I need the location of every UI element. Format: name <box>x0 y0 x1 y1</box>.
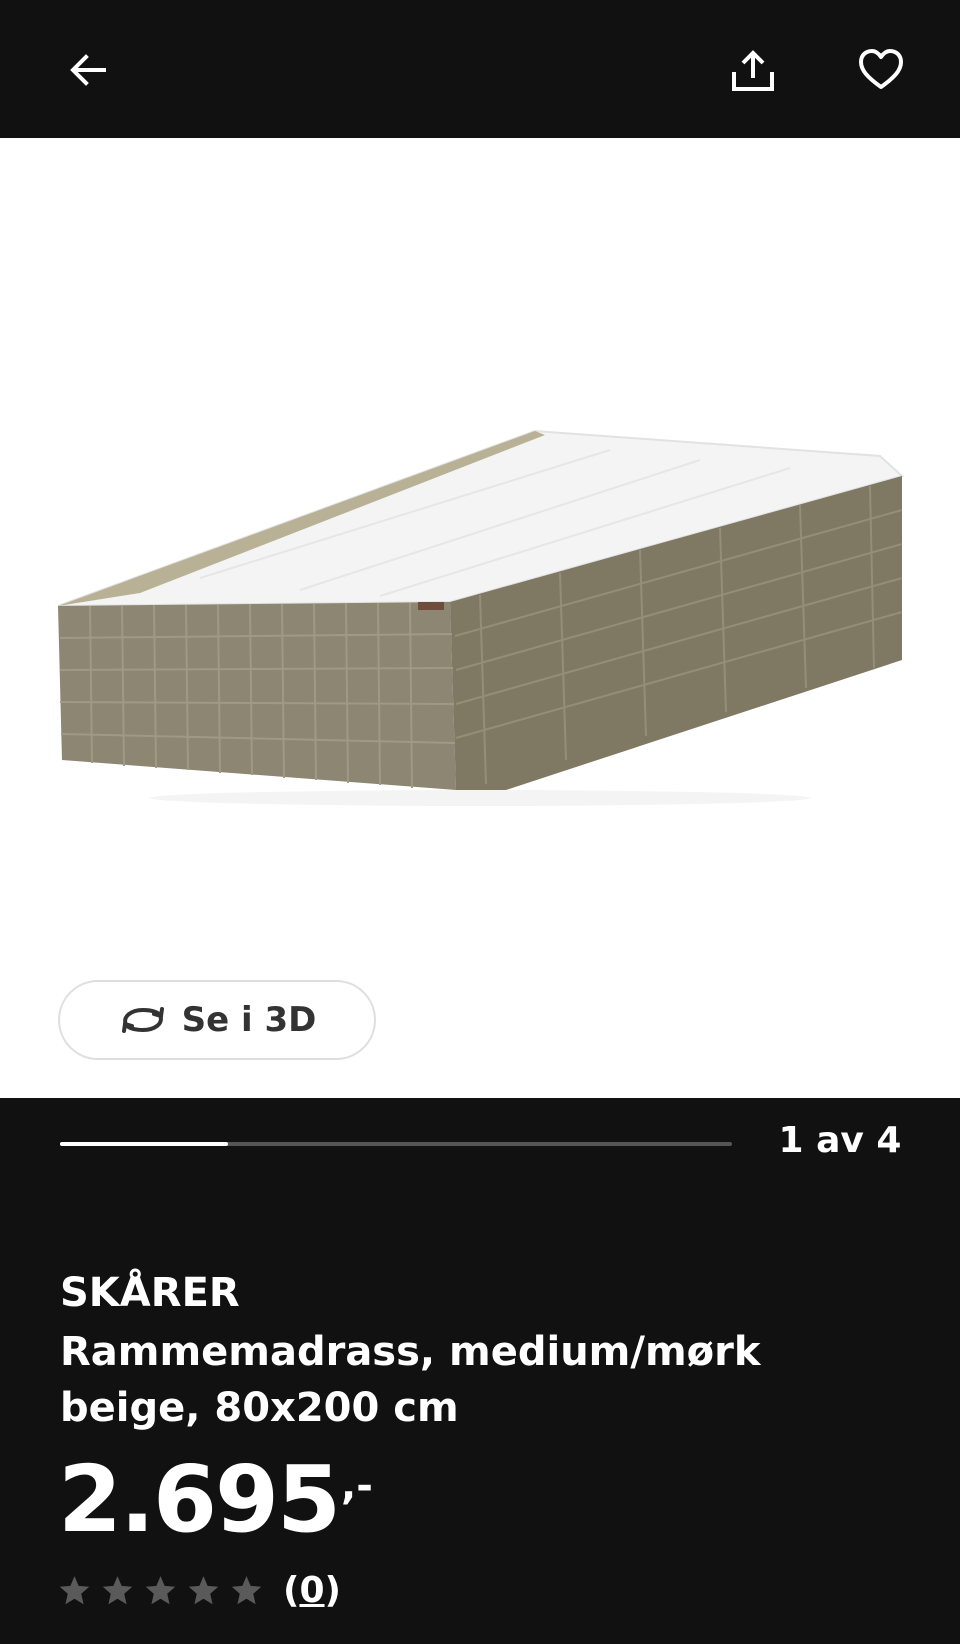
star-icon <box>231 1576 262 1605</box>
price-suffix: ,- <box>341 1463 373 1509</box>
gallery-progress-bar <box>60 1142 732 1146</box>
share-upload-icon <box>732 50 774 91</box>
heart-outline-icon <box>859 49 903 89</box>
star-icon <box>59 1576 90 1605</box>
arrow-left-icon <box>70 54 106 86</box>
favorite-button[interactable] <box>849 38 913 102</box>
share-button[interactable] <box>721 38 785 102</box>
gallery-progress-fill <box>60 1142 228 1146</box>
price-main: 2.695 <box>58 1446 341 1553</box>
rotate-3d-icon <box>121 1007 164 1033</box>
product-price: 2.695 ,- <box>58 1450 373 1550</box>
product-brand-name: SKÅRER <box>60 1270 240 1316</box>
star-icon <box>188 1576 219 1605</box>
product-image <box>57 429 905 806</box>
review-paren-close: ) <box>324 1570 341 1611</box>
product-rating[interactable]: (0) <box>58 1570 341 1611</box>
review-count-link[interactable]: (0) <box>283 1570 341 1611</box>
review-paren-open: ( <box>283 1570 300 1611</box>
product-description: Rammemadrass, medium/mørk beige, 80x200 … <box>60 1329 761 1431</box>
star-icon <box>145 1576 176 1605</box>
product-image-gallery[interactable] <box>0 138 960 1098</box>
top-bar <box>0 0 960 138</box>
view-3d-button[interactable]: Se i 3D <box>58 980 376 1060</box>
back-button[interactable] <box>56 38 120 102</box>
star-icon <box>102 1576 133 1605</box>
gallery-page-counter: 1 av 4 <box>778 1120 902 1161</box>
view-3d-label: Se i 3D <box>181 1000 317 1040</box>
review-count: 0 <box>299 1570 325 1611</box>
